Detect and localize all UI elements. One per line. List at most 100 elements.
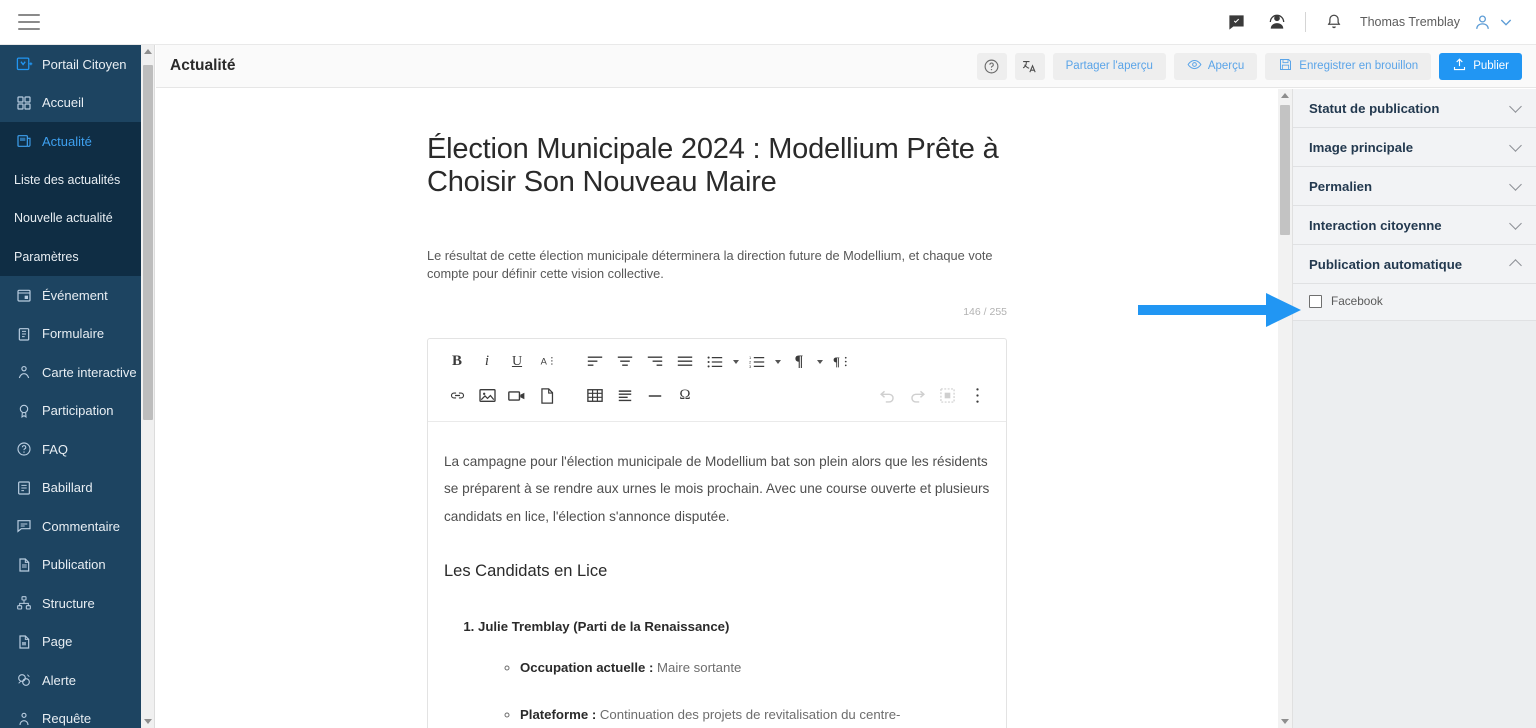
video-icon[interactable] — [502, 383, 532, 409]
more-vertical-icon[interactable] — [962, 383, 992, 409]
paragraph-chevron-down-icon[interactable] — [814, 349, 826, 375]
numbered-list-icon[interactable]: 123 — [742, 349, 772, 375]
sidebar-brand[interactable]: Portail Citoyen — [0, 45, 141, 84]
align-right-icon[interactable] — [640, 349, 670, 375]
editor-body[interactable]: La campagne pour l'élection municipale d… — [428, 422, 1006, 728]
sidebar-item-structure[interactable]: Structure — [0, 584, 141, 623]
bold-icon[interactable]: B — [442, 349, 472, 375]
notification-bell-icon[interactable] — [1314, 7, 1354, 37]
translate-button[interactable] — [1014, 52, 1045, 80]
upload-icon — [1452, 57, 1467, 75]
page-actions: Partager l'aperçu Aperçu Enregistrer en … — [976, 52, 1522, 80]
sidebar-item-alerte[interactable]: Alerte — [0, 661, 141, 700]
sidebar-item-formulaire[interactable]: Formulaire — [0, 315, 141, 354]
accordion-statut-de-publication[interactable]: Statut de publication — [1293, 89, 1536, 128]
support-agent-icon[interactable] — [1257, 7, 1297, 37]
bullet-list-chevron-down-icon[interactable] — [730, 349, 742, 375]
share-preview-button[interactable]: Partager l'aperçu — [1052, 52, 1166, 80]
line-height-icon[interactable] — [610, 383, 640, 409]
document-lede-field[interactable]: Le résultat de cette élection municipale… — [427, 247, 1007, 284]
sidebar-item-actualite[interactable]: Actualité — [0, 122, 141, 161]
sitemap-icon — [16, 595, 42, 611]
svg-text:3: 3 — [749, 364, 752, 369]
horizontal-rule-icon[interactable] — [640, 383, 670, 409]
undo-icon[interactable] — [872, 383, 902, 409]
sidebar-item-babillard[interactable]: Babillard — [0, 469, 141, 508]
participation-icon — [16, 403, 42, 419]
editor-toolbar: B i U A 1 2 3 ¶ ¶ Ω — [428, 339, 1006, 422]
paragraph-icon[interactable]: ¶ — [784, 349, 814, 375]
sidebar-item-participation[interactable]: Participation — [0, 392, 141, 431]
facebook-checkbox[interactable] — [1309, 294, 1322, 308]
accordion-publication-automatique[interactable]: Publication automatique — [1293, 245, 1536, 284]
editor-nested-list: Occupation actuelle : Maire sortante Pla… — [478, 654, 990, 728]
scroll-down-arrow-icon[interactable] — [144, 719, 152, 724]
sidebar-item-requete[interactable]: Requête — [0, 700, 141, 728]
table-icon[interactable] — [580, 383, 610, 409]
editor-scrollbar-thumb[interactable] — [1280, 105, 1290, 235]
request-person-icon — [16, 711, 42, 727]
accordion-label: Interaction citoyenne — [1309, 217, 1442, 233]
sidebar-item-evenement[interactable]: Événement — [0, 276, 141, 315]
clear-format-icon[interactable] — [932, 383, 962, 409]
question-circle-icon — [16, 441, 42, 457]
italic-icon[interactable]: i — [472, 349, 502, 375]
bullet-value: Maire sortante — [657, 660, 742, 676]
sidebar-item-publication[interactable]: Publication — [0, 546, 141, 585]
sidebar-submenu-actualite: Liste des actualités Nouvelle actualité … — [0, 160, 141, 277]
image-icon[interactable] — [472, 383, 502, 409]
preview-button[interactable]: Aperçu — [1173, 52, 1258, 80]
link-icon[interactable] — [442, 383, 472, 409]
feedback-icon[interactable] — [1217, 7, 1257, 37]
help-button[interactable] — [976, 52, 1007, 80]
chevron-down-icon[interactable] — [1494, 7, 1518, 37]
font-style-icon[interactable]: A — [532, 349, 562, 375]
numbered-list-chevron-down-icon[interactable] — [772, 349, 784, 375]
app-root: Thomas Tremblay Portail Citoyen Accueil — [0, 0, 1536, 728]
save-icon — [1278, 57, 1293, 75]
page-title: Actualité — [170, 57, 236, 74]
sidebar-item-carte-interactive[interactable]: Carte interactive — [0, 353, 141, 392]
align-left-icon[interactable] — [580, 349, 610, 375]
scroll-up-arrow-icon[interactable] — [144, 49, 152, 54]
underline-icon[interactable]: U — [502, 349, 532, 375]
file-icon[interactable] — [532, 383, 562, 409]
top-bar-right-group: Thomas Tremblay — [1217, 7, 1536, 37]
chevron-down-icon — [1509, 138, 1522, 152]
editor-scrollbar[interactable] — [1278, 89, 1292, 728]
scroll-up-arrow-icon[interactable] — [1281, 93, 1289, 98]
editor-toolbar-row-2: Ω — [442, 379, 992, 413]
hamburger-icon[interactable] — [18, 14, 40, 30]
sidebar-item-label: Babillard — [42, 480, 93, 496]
document-title-field[interactable]: Élection Municipale 2024 : Modellium Prê… — [427, 133, 1007, 199]
omega-icon[interactable]: Ω — [670, 383, 700, 409]
redo-icon[interactable] — [902, 383, 932, 409]
page-icon — [16, 634, 42, 650]
sidebar-subitem-liste-des-actualites[interactable]: Liste des actualités — [0, 161, 141, 200]
accordion-permalien[interactable]: Permalien — [1293, 167, 1536, 206]
sidebar-item-accueil[interactable]: Accueil — [0, 84, 141, 123]
align-center-icon[interactable] — [610, 349, 640, 375]
sidebar-item-faq[interactable]: FAQ — [0, 430, 141, 469]
chevron-down-icon — [1509, 216, 1522, 230]
paragraph-style-icon[interactable]: ¶ — [826, 349, 856, 375]
bullet-list-icon[interactable] — [700, 349, 730, 375]
accordion-image-principale[interactable]: Image principale — [1293, 128, 1536, 167]
page-header: Actualité Partager l'aperçu Aperçu Enreg… — [156, 45, 1536, 88]
sidebar-subitem-parametres[interactable]: Paramètres — [0, 238, 141, 277]
sidebar-scrollbar-thumb[interactable] — [143, 65, 153, 420]
checkbox-row-facebook[interactable]: Facebook — [1309, 294, 1520, 308]
publish-button[interactable]: Publier — [1439, 52, 1522, 80]
save-draft-label: Enregistrer en brouillon — [1299, 60, 1419, 72]
editor-scroll-area: Élection Municipale 2024 : Modellium Prê… — [156, 89, 1278, 728]
accordion-interaction-citoyenne[interactable]: Interaction citoyenne — [1293, 206, 1536, 245]
align-justify-icon[interactable] — [670, 349, 700, 375]
user-icon[interactable] — [1470, 7, 1494, 37]
sidebar-brand-label: Portail Citoyen — [42, 56, 127, 72]
sidebar-item-commentaire[interactable]: Commentaire — [0, 507, 141, 546]
scroll-down-arrow-icon[interactable] — [1281, 719, 1289, 724]
sidebar-item-page[interactable]: Page — [0, 623, 141, 662]
sidebar-scrollbar[interactable] — [141, 45, 155, 728]
save-draft-button[interactable]: Enregistrer en brouillon — [1265, 52, 1432, 80]
sidebar-subitem-nouvelle-actualite[interactable]: Nouvelle actualité — [0, 199, 141, 238]
